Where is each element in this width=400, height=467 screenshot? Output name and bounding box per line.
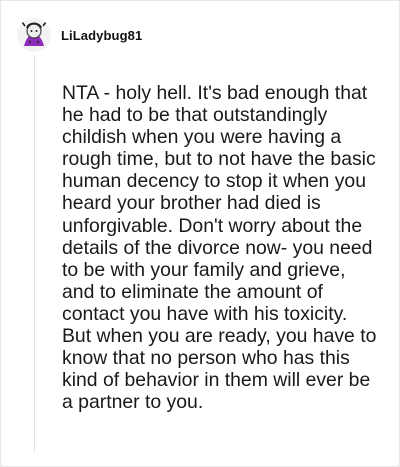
thread-line[interactable] (34, 55, 35, 452)
author-username[interactable]: LiLadybug81 (61, 28, 142, 43)
comment-card: LiLadybug81 NTA - holy hell. It's bad en… (0, 0, 400, 467)
comment-text: NTA - holy hell. It's bad enough that he… (62, 82, 377, 414)
comment-header: LiLadybug81 (17, 17, 142, 53)
avatar[interactable] (17, 18, 51, 52)
ladybug-avatar-icon (17, 18, 51, 52)
